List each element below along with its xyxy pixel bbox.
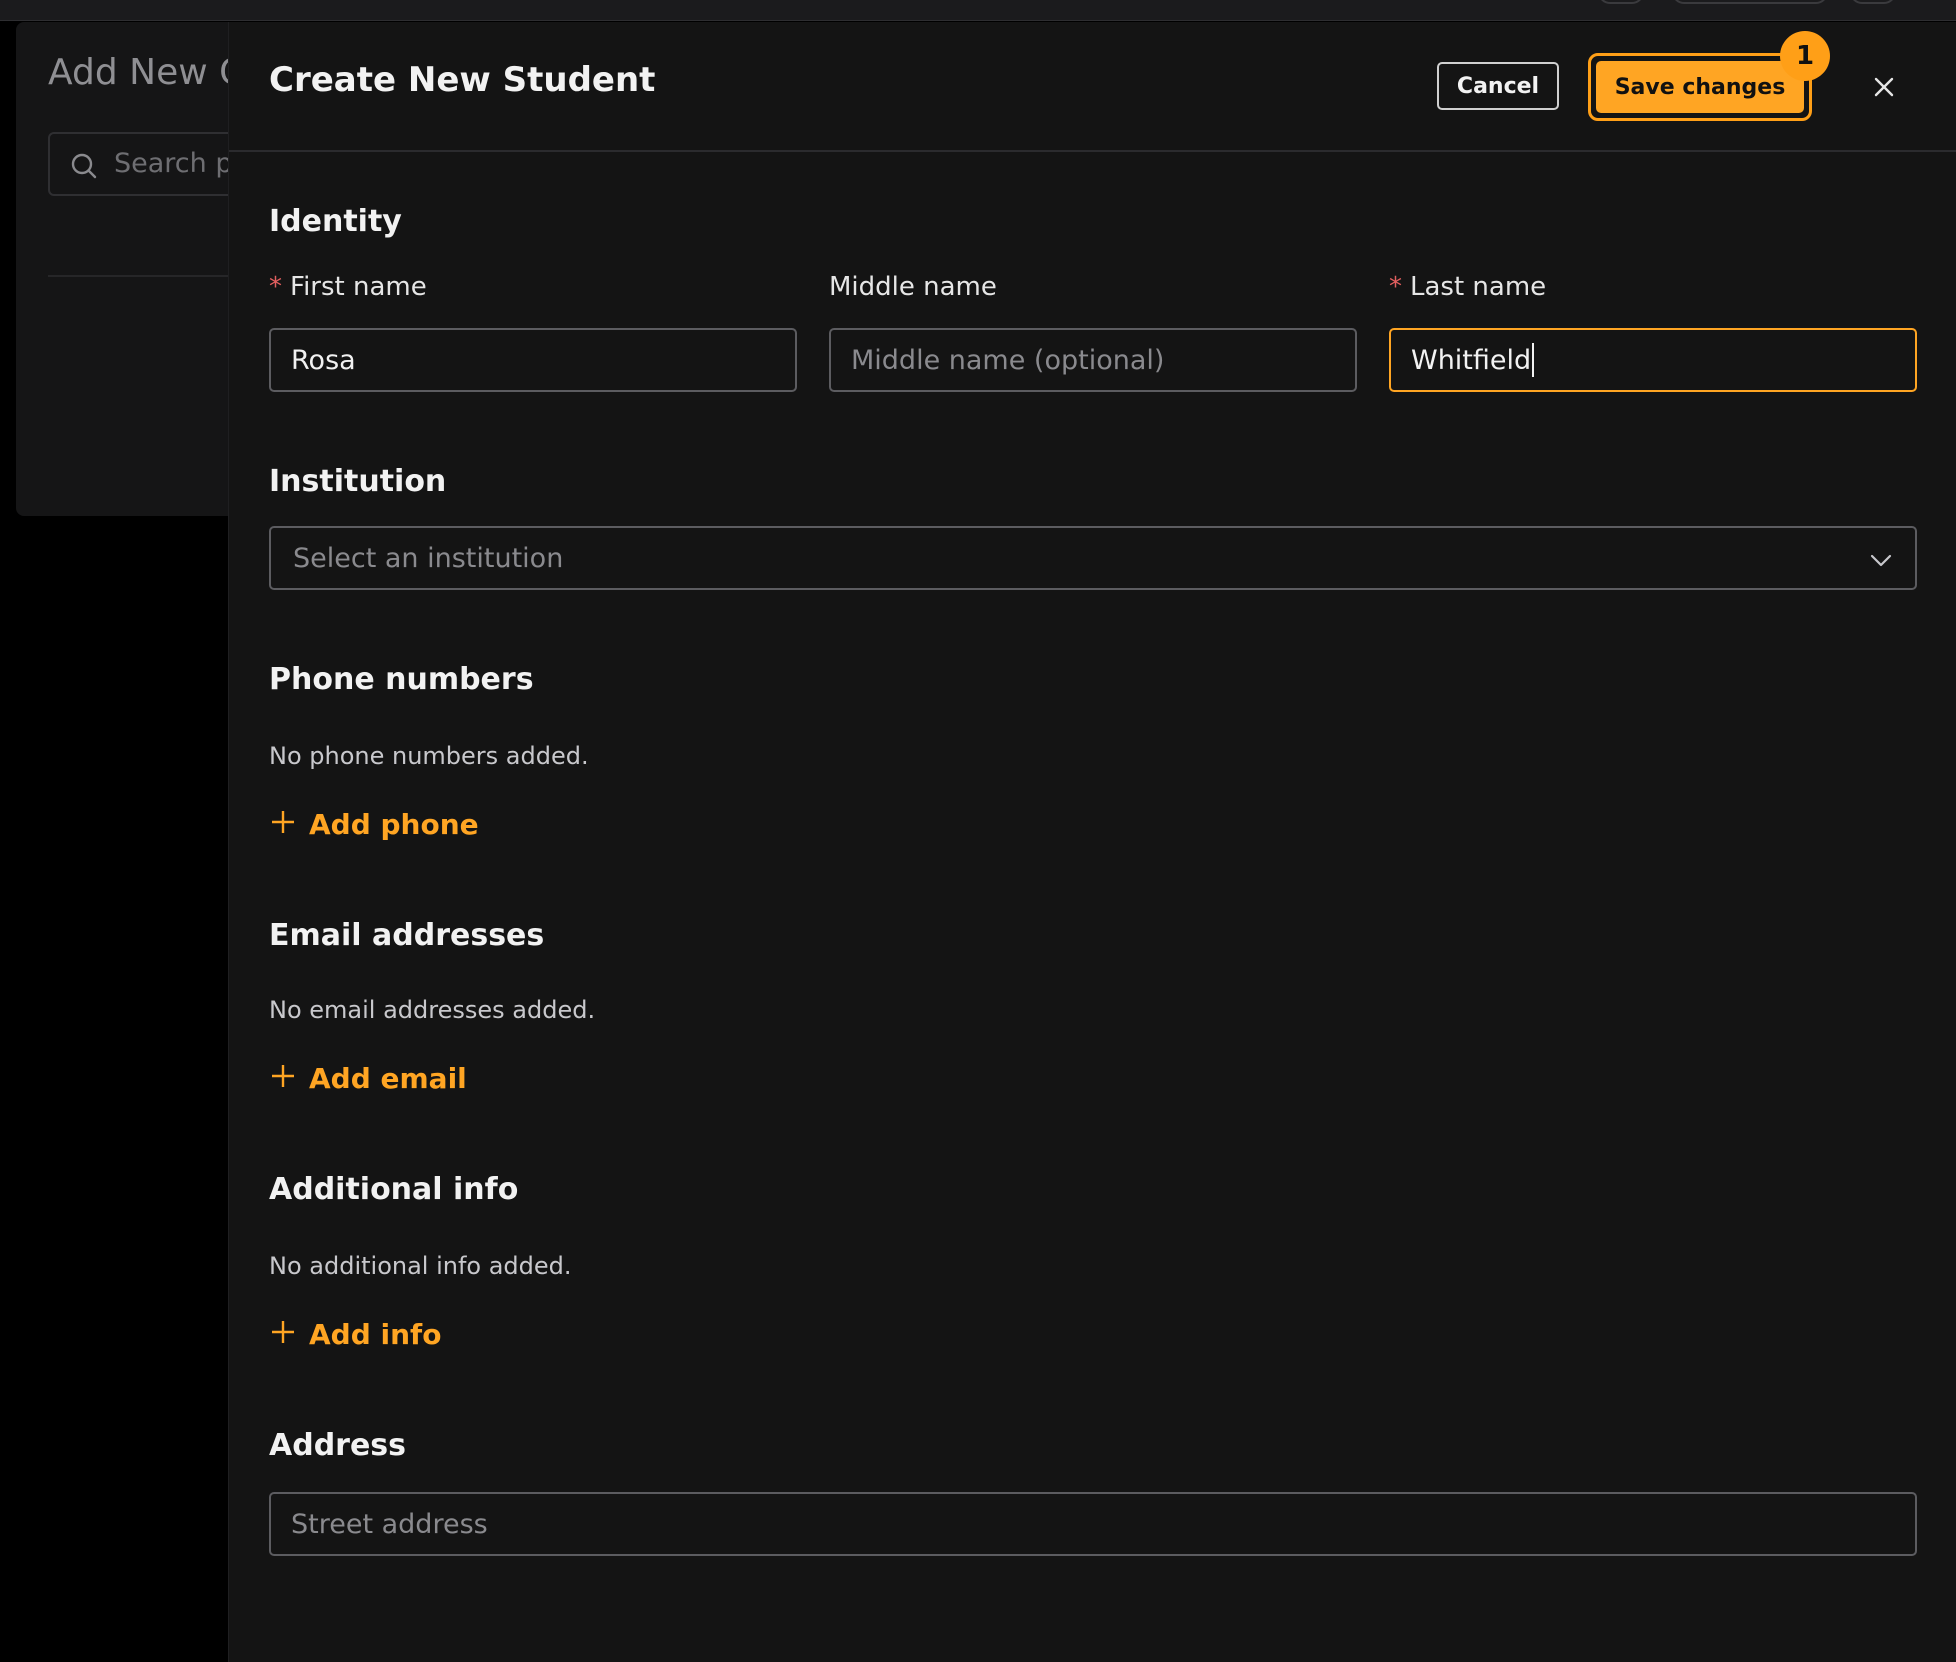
required-marker: * [1389,272,1402,302]
middle-name-placeholder: Middle name (optional) [851,344,1165,376]
top-strip [0,0,1956,21]
email-section-title: Email addresses [269,918,545,953]
background-search-placeholder: Search p [114,148,233,179]
top-strip-control [1850,0,1896,4]
street-address-placeholder: Street address [291,1508,488,1540]
search-icon [70,152,98,184]
phone-section-title: Phone numbers [269,662,534,697]
last-name-input[interactable]: Whitfield [1389,328,1917,392]
first-name-input[interactable]: Rosa [269,328,797,392]
first-name-label: * First name [269,272,427,302]
middle-name-input[interactable]: Middle name (optional) [829,328,1357,392]
chevron-down-icon [1869,548,1893,579]
plus-icon [271,808,295,841]
add-phone-button[interactable]: Add phone [271,808,479,841]
top-strip-control [1598,0,1644,4]
additional-empty-text: No additional info added. [269,1252,572,1280]
last-name-label-text: Last name [1410,272,1547,302]
drawer-header: Create New Student Cancel Save changes 1 [229,22,1956,152]
add-email-label: Add email [309,1062,467,1095]
add-info-button[interactable]: Add info [271,1318,441,1351]
close-icon[interactable] [1867,70,1901,104]
institution-section-title: Institution [269,464,447,499]
required-marker: * [269,272,282,302]
last-name-value: Whitfield [1411,344,1532,376]
top-strip-control [1672,0,1828,4]
plus-icon [271,1062,295,1095]
background-title: Add New C [48,52,245,93]
step-badge: 1 [1780,31,1830,81]
add-phone-label: Add phone [309,808,479,841]
first-name-label-text: First name [290,272,427,302]
last-name-label: * Last name [1389,272,1546,302]
additional-section-title: Additional info [269,1172,519,1207]
add-email-button[interactable]: Add email [271,1062,467,1095]
email-empty-text: No email addresses added. [269,996,596,1024]
add-info-label: Add info [309,1318,442,1351]
identity-section-title: Identity [269,204,402,239]
text-caret [1532,343,1535,377]
plus-icon [271,1318,295,1351]
create-student-drawer: Create New Student Cancel Save changes 1… [228,22,1956,1662]
street-address-input[interactable]: Street address [269,1492,1917,1556]
phone-empty-text: No phone numbers added. [269,742,589,770]
address-section-title: Address [269,1428,407,1463]
save-changes-button[interactable]: Save changes [1596,61,1804,113]
middle-name-label: Middle name [829,272,997,302]
drawer-title: Create New Student [269,60,656,100]
institution-placeholder: Select an institution [293,542,564,574]
institution-select[interactable]: Select an institution [269,526,1917,590]
cancel-button[interactable]: Cancel [1437,62,1559,110]
first-name-value: Rosa [291,344,356,376]
